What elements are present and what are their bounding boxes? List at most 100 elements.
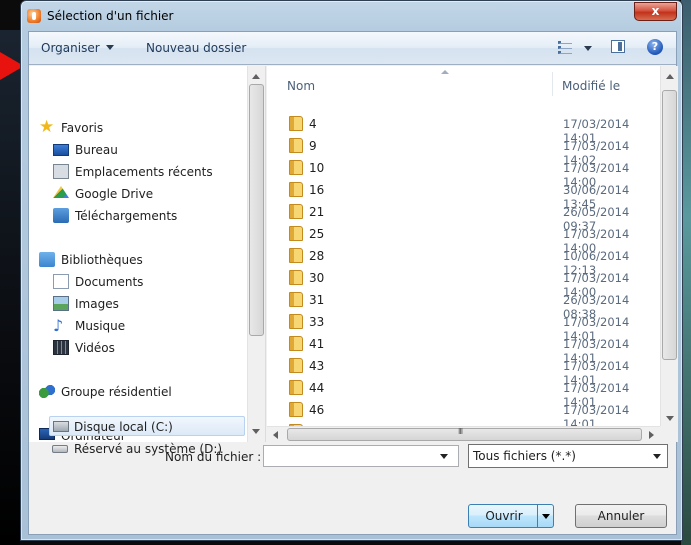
open-button[interactable]: Ouvrir	[468, 504, 554, 528]
navigation-pane: ★ Favoris Bureau Emplacements récents Go…	[29, 66, 266, 442]
title-bar[interactable]: Sélection d'un fichier x	[21, 1, 682, 31]
nav-documents[interactable]: Documents	[53, 272, 243, 292]
file-name: 28	[309, 249, 325, 263]
folder-icon	[289, 336, 303, 351]
scroll-down-icon[interactable]	[666, 416, 674, 421]
document-icon	[53, 274, 69, 289]
organise-button[interactable]: Organiser	[41, 41, 114, 55]
folder-icon	[289, 226, 303, 241]
file-dialog: Sélection d'un fichier x Organiser Nouve…	[20, 0, 683, 541]
column-separator[interactable]	[552, 72, 553, 96]
nav-item-label: Groupe résidentiel	[61, 385, 172, 399]
cancel-button[interactable]: Annuler	[575, 504, 667, 528]
nav-item-label: Vidéos	[75, 341, 115, 355]
nav-item-label: Musique	[75, 319, 126, 333]
folder-icon	[289, 182, 303, 197]
background-strip	[0, 30, 20, 545]
table-row[interactable]: 46 17/03/2014 14:01	[267, 399, 662, 431]
scroll-right-icon[interactable]	[649, 431, 654, 439]
file-name: 46	[309, 403, 325, 417]
table-row[interactable]: 30 17/03/2014 14:00	[267, 267, 662, 299]
table-row[interactable]: 10 17/03/2014 14:00	[267, 157, 662, 189]
table-row[interactable]: 28 10/06/2014 12:13	[267, 245, 662, 277]
nav-scrollbar[interactable]	[247, 66, 265, 442]
chevron-down-icon	[105, 45, 114, 50]
recent-places-icon	[53, 164, 69, 179]
libraries-icon	[39, 252, 55, 267]
table-row[interactable]: 25 17/03/2014 14:00	[267, 223, 662, 255]
table-row[interactable]: 9 17/03/2014 14:02	[267, 135, 662, 167]
folder-icon	[289, 160, 303, 175]
close-button[interactable]: x	[634, 2, 677, 21]
folder-icon	[289, 248, 303, 263]
file-name: 16	[309, 183, 325, 197]
scroll-up-icon[interactable]	[666, 74, 674, 79]
column-header-name[interactable]: Nom	[287, 79, 315, 101]
nav-music[interactable]: ♪ Musique	[53, 316, 243, 336]
folder-icon	[289, 402, 303, 417]
nav-local-disk-c[interactable]: Disque local (C:)	[49, 416, 245, 436]
file-type-select[interactable]: Tous fichiers (*.*)	[468, 444, 668, 468]
nav-item-label: Bibliothèques	[61, 253, 143, 267]
organise-label: Organiser	[41, 41, 100, 55]
folder-icon	[289, 292, 303, 307]
file-list: Nom Modifié le 4 17/03/2014 14:01 9 17/03/2…	[267, 66, 678, 442]
table-row[interactable]: 31 26/03/2014 08:38	[267, 289, 662, 321]
filename-dropdown-icon[interactable]	[440, 454, 448, 459]
new-folder-button[interactable]: Nouveau dossier	[146, 41, 246, 55]
table-row[interactable]: 16 30/06/2014 13:45	[267, 179, 662, 211]
nav-desktop[interactable]: Bureau	[53, 140, 243, 160]
nav-downloads[interactable]: Téléchargements	[53, 206, 243, 226]
nav-reserved-drive-d[interactable]: Réservé au système (D:)	[52, 439, 248, 459]
image-icon	[53, 296, 69, 311]
nav-favorites[interactable]: ★ Favoris	[39, 118, 239, 138]
file-name: 31	[309, 293, 325, 307]
nav-item-label: Documents	[75, 275, 144, 289]
file-list-vscroll-thumb[interactable]	[662, 90, 677, 360]
preview-pane-icon[interactable]	[611, 40, 625, 53]
open-split-dropdown-icon[interactable]	[537, 505, 553, 527]
nav-images[interactable]: Images	[53, 294, 243, 314]
table-row[interactable]: 44 17/03/2014 14:01	[267, 377, 662, 409]
nav-libraries[interactable]: Bibliothèques	[39, 250, 239, 270]
help-icon[interactable]: ?	[647, 39, 663, 55]
scroll-left-icon[interactable]	[273, 431, 278, 439]
nav-item-label: Google Drive	[75, 187, 154, 201]
folder-icon	[289, 116, 303, 131]
google-drive-icon	[53, 186, 69, 198]
filename-input[interactable]	[263, 445, 459, 467]
nav-item-label: Images	[75, 297, 119, 311]
file-list-vscrollbar[interactable]	[660, 66, 678, 426]
folder-icon	[289, 314, 303, 329]
chevron-down-icon	[653, 454, 661, 459]
downloads-icon	[53, 208, 69, 223]
nav-scroll-thumb[interactable]	[249, 84, 264, 336]
file-list-hscroll-thumb[interactable]	[287, 427, 642, 441]
nav-item-label: Téléchargements	[75, 209, 178, 223]
file-name: 9	[309, 139, 317, 153]
scroll-up-icon[interactable]	[252, 74, 260, 79]
table-row[interactable]: 41 17/03/2014 14:01	[267, 333, 662, 365]
nav-videos[interactable]: Vidéos	[53, 338, 243, 358]
nav-homegroup[interactable]: Groupe résidentiel	[39, 382, 239, 402]
desktop-icon	[53, 144, 69, 156]
nav-recent-places[interactable]: Emplacements récents	[53, 162, 243, 182]
folder-icon	[289, 358, 303, 373]
table-row[interactable]: 21 26/05/2014 09:37	[267, 201, 662, 233]
table-row[interactable]: 33 17/03/2014 14:01	[267, 311, 662, 343]
file-name: 44	[309, 381, 325, 395]
view-menu-chevron-icon[interactable]	[584, 46, 592, 51]
file-list-hscrollbar[interactable]	[267, 426, 660, 442]
column-header-modified[interactable]: Modifié le	[562, 79, 620, 101]
nav-google-drive[interactable]: Google Drive	[53, 184, 243, 204]
sort-ascending-icon	[441, 70, 449, 74]
folder-icon	[289, 270, 303, 285]
table-row[interactable]: 43 17/03/2014 14:01	[267, 355, 662, 387]
view-options-icon[interactable]	[558, 41, 572, 54]
nav-item-label: Bureau	[75, 143, 118, 157]
nav-item-label: Favoris	[61, 121, 104, 135]
scroll-down-icon[interactable]	[252, 429, 260, 434]
folder-icon	[289, 380, 303, 395]
table-row[interactable]: 4 17/03/2014 14:01	[267, 113, 662, 145]
file-name: 41	[309, 337, 325, 351]
